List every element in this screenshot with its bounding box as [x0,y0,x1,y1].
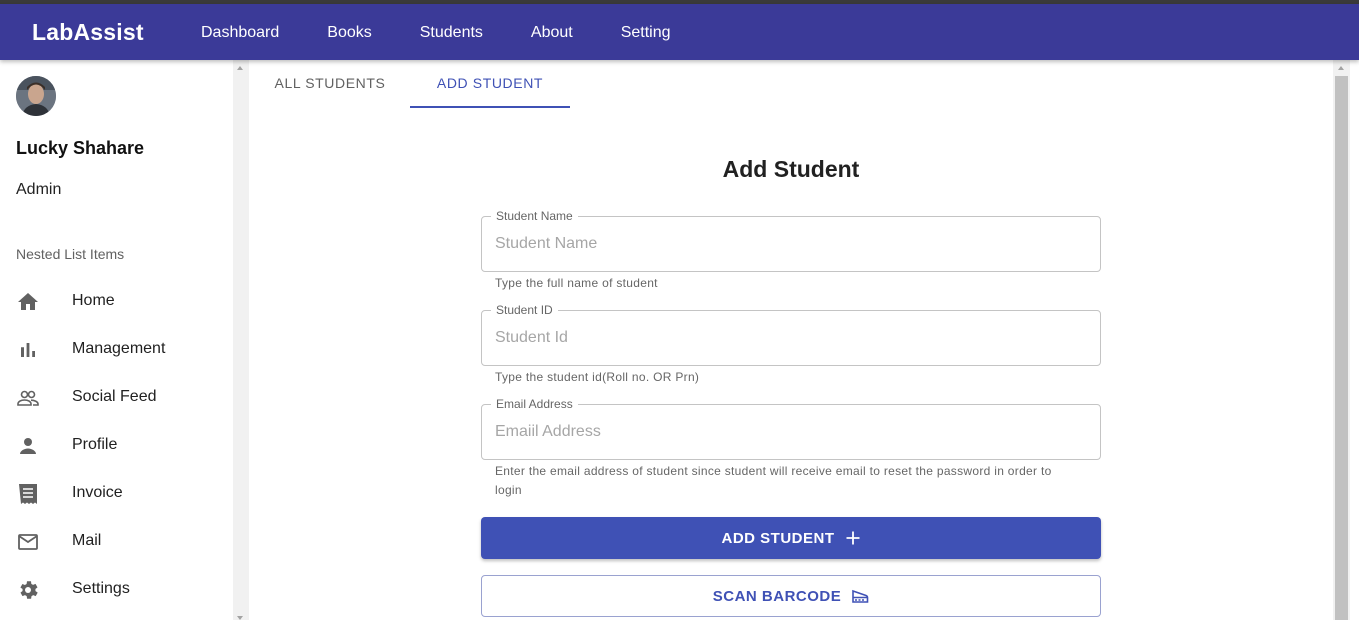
sidebar-item-invoice[interactable]: Invoice [0,470,233,518]
list-subheader: Nested List Items [16,246,125,262]
sidebar-item-social-feed[interactable]: Social Feed [0,374,233,422]
gear-icon [16,578,40,602]
student-name-field: Student Name [481,210,1101,272]
plus-icon [845,530,861,546]
field-legend: Student ID [491,304,558,316]
email-address-helper: Enter the email address of student since… [495,464,1052,497]
sidebar: Lucky Shahare Admin Nested List Items Ho… [0,60,233,620]
sidebar-item-label: Home [72,292,115,309]
field-legend: Email Address [491,398,578,410]
user-role: Admin [16,181,62,198]
people-icon [16,386,40,410]
scrollbar-thumb[interactable] [1335,76,1348,620]
student-id-helper: Type the student id(Roll no. OR Prn) [495,370,700,384]
scroll-up-arrow-icon[interactable] [1338,66,1344,70]
nav-dashboard[interactable]: Dashboard [177,4,303,60]
sidebar-item-management[interactable]: Management [0,326,233,374]
sidebar-scrollbar[interactable] [233,60,249,620]
tab-all-students[interactable]: ALL STUDENTS [250,60,410,108]
tab-add-student[interactable]: ADD STUDENT [410,60,570,108]
sidebar-item-settings[interactable]: Settings [0,566,233,614]
top-nav: Dashboard Books Students About Setting [177,4,695,60]
email-address-input[interactable] [495,421,1085,443]
sidebar-item-label: Mail [72,532,102,549]
nav-about[interactable]: About [507,4,597,60]
window-right-edge [1350,60,1359,620]
sidebar-item-label: Social Feed [72,388,157,405]
student-name-helper: Type the full name of student [495,276,658,290]
sidebar-item-home[interactable]: Home [0,278,233,326]
email-address-field: Email Address [481,398,1101,460]
avatar[interactable] [16,76,56,116]
person-icon [16,434,40,458]
nav-students[interactable]: Students [396,4,507,60]
main-scrollbar[interactable] [1333,60,1350,620]
sidebar-item-label: Management [72,340,166,357]
student-id-field: Student ID [481,304,1101,366]
add-student-button-label: ADD STUDENT [721,529,835,547]
form-title: Add Student [722,156,860,182]
field-legend: Student Name [491,210,578,222]
sidebar-item-mail[interactable]: Mail [0,518,233,566]
scroll-up-arrow-icon[interactable] [237,66,243,70]
brand-logo[interactable]: LabAssist [32,19,144,46]
sidebar-item-label: Invoice [72,484,123,501]
student-name-input[interactable] [495,233,1085,255]
barcode-scanner-icon [851,588,869,604]
nav-setting[interactable]: Setting [597,4,695,60]
sidebar-menu: Home Management Social Feed Profile Invo… [0,278,233,614]
scan-barcode-button[interactable]: SCAN BARCODE [481,575,1101,617]
sidebar-item-label: Profile [72,436,118,453]
sidebar-item-label: Settings [72,580,130,597]
student-id-input[interactable] [495,327,1085,349]
bar-chart-icon [16,338,40,362]
home-icon [16,290,40,314]
sidebar-item-profile[interactable]: Profile [0,422,233,470]
user-name: Lucky Shahare [16,138,145,158]
mail-icon [16,530,40,554]
app-bar: LabAssist Dashboard Books Students About… [0,4,1359,60]
scan-barcode-button-label: SCAN BARCODE [712,587,842,605]
receipt-icon [16,482,40,506]
add-student-button[interactable]: ADD STUDENT [481,517,1101,559]
tab-bar: ALL STUDENTS ADD STUDENT [250,60,570,108]
nav-books[interactable]: Books [303,4,395,60]
scroll-down-arrow-icon[interactable] [237,616,243,620]
